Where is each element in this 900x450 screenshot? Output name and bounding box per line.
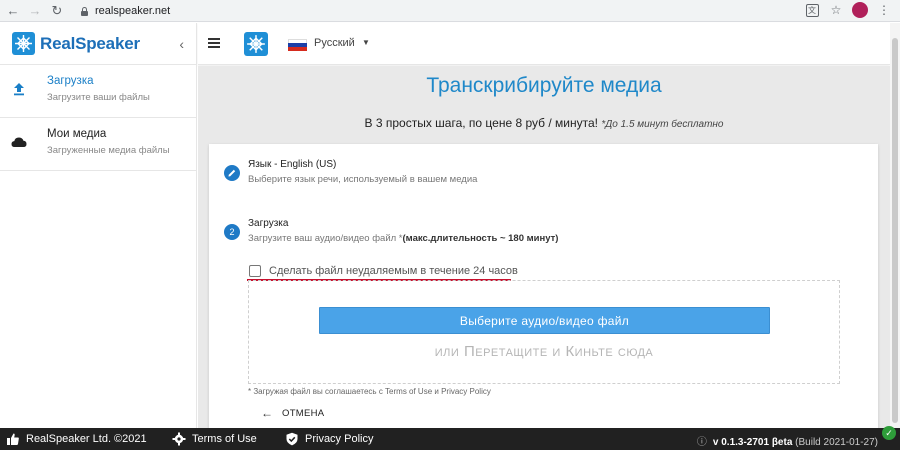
browser-toolbar: ← → ↻ realspeaker.net 文 ☆ ⋮	[0, 0, 900, 22]
main-content: Транскрибируйте медиа В 3 простых шага, …	[198, 66, 890, 428]
select-file-button[interactable]: Выберите аудио/видео файл	[319, 307, 770, 334]
build-text: (Build 2021-01-27)	[795, 437, 878, 448]
step-2-number: 2	[224, 224, 240, 240]
sidebar-item-my-media[interactable]: Мои медиа Загруженные медиа файлы	[0, 118, 196, 171]
privacy-link-text[interactable]: Privacy Policy	[305, 433, 373, 445]
cancel-button[interactable]: ← ОТМЕНА	[261, 406, 324, 420]
terms-link-text[interactable]: Terms of Use	[192, 433, 257, 445]
realspeaker-logo-icon	[12, 32, 35, 55]
step-2-duration-note: (макс.длительность ~ 180 минут)	[402, 233, 559, 244]
footer-company: RealSpeaker Ltd. ©2021	[6, 432, 147, 446]
free-note: *До 1.5 минут бесплатно	[601, 119, 724, 130]
address-bar[interactable]: realspeaker.net	[70, 2, 825, 20]
sidebar: RealSpeaker ‹ Загрузка Загрузите ваши фа…	[0, 23, 197, 428]
keep-file-checkbox-label[interactable]: Сделать файл неудаляемым в течение 24 ча…	[269, 265, 518, 277]
check-badge-icon: ✓	[882, 426, 896, 440]
sidebar-item-subtitle: Загрузите ваши файлы	[47, 92, 150, 103]
sidebar-logo[interactable]: RealSpeaker ‹	[0, 23, 196, 65]
brand-name: RealSpeaker	[40, 33, 140, 53]
pricing-text: В 3 простых шага, по цене 8 руб / минута…	[364, 116, 598, 130]
step-2-subtitle: Загрузите ваш аудио/видео файл *(макс.дл…	[248, 233, 558, 244]
cloud-icon	[11, 137, 27, 147]
sidebar-item-title: Мои медиа	[47, 128, 107, 140]
step-1-subtitle: Выберите язык речи, используемый в вашем…	[248, 174, 478, 185]
forward-arrow-icon[interactable]: →	[26, 2, 44, 20]
flag-stripe-red	[288, 47, 307, 51]
hamburger-menu-icon[interactable]	[208, 38, 220, 48]
page-title: Транскрибируйте медиа	[426, 74, 662, 97]
step-2-subtitle-text: Загрузите ваш аудио/видео файл *	[248, 233, 403, 244]
sidebar-item-title: Загрузка	[47, 75, 94, 87]
scrollbar-thumb[interactable]	[892, 38, 898, 423]
russian-flag-icon[interactable]	[288, 39, 307, 51]
version-text: v 0.1.3-2701 βeta	[712, 437, 793, 448]
step-2-title: Загрузка	[248, 218, 289, 229]
footer-privacy-link[interactable]: Privacy Policy	[285, 432, 373, 446]
gear-icon	[172, 432, 186, 446]
lock-icon	[80, 6, 89, 16]
page-scrollbar[interactable]	[890, 23, 900, 428]
reload-icon[interactable]: ↻	[48, 2, 66, 20]
language-selector[interactable]: Русский	[314, 37, 355, 49]
footer-terms-link[interactable]: Terms of Use	[172, 432, 257, 446]
shield-check-icon	[286, 432, 298, 446]
translate-icon[interactable]: 文	[804, 2, 820, 18]
url-text: realspeaker.net	[95, 5, 171, 17]
footer: RealSpeaker Ltd. ©2021 Terms of Use Priv…	[0, 426, 900, 450]
drop-hint: или Перетащите и Киньте сюда	[434, 343, 654, 360]
caret-down-icon[interactable]: ▼	[362, 38, 370, 47]
back-arrow-icon[interactable]: ←	[4, 2, 22, 20]
sidebar-item-upload[interactable]: Загрузка Загрузите ваши файлы	[0, 65, 196, 118]
file-dropzone[interactable]: Выберите аудио/видео файл или Перетащите…	[248, 280, 840, 384]
sidebar-item-subtitle: Загруженные медиа файлы	[47, 145, 170, 156]
cancel-label: ОТМЕНА	[282, 407, 325, 419]
arrow-left-icon: ←	[261, 406, 273, 420]
app-header: Русский ▼	[198, 23, 890, 65]
chevron-left-icon[interactable]: ‹	[179, 36, 184, 52]
edit-step-icon[interactable]	[224, 165, 240, 181]
step-1-title: Язык - English (US)	[248, 159, 337, 170]
upload-icon	[14, 83, 24, 96]
more-menu-icon[interactable]: ⋮	[876, 2, 892, 18]
thumbs-up-icon	[7, 433, 19, 445]
profile-avatar[interactable]	[852, 2, 868, 18]
company-text: RealSpeaker Ltd. ©2021	[26, 433, 147, 445]
version-info: ⓘ v 0.1.3-2701 βeta (Build 2021-01-27)	[697, 433, 878, 448]
info-icon: ⓘ	[696, 437, 707, 448]
bookmark-star-icon[interactable]: ☆	[828, 2, 844, 18]
keep-file-checkbox[interactable]	[249, 265, 261, 277]
keep-file-checkbox-row[interactable]: Сделать файл неудаляемым в течение 24 ча…	[249, 265, 518, 277]
page-subtitle: В 3 простых шага, по цене 8 руб / минута…	[198, 116, 890, 130]
terms-note: * Загружая файл вы соглашаетесь с Terms …	[248, 387, 491, 396]
app-logo-icon[interactable]	[244, 32, 268, 56]
upload-card: Язык - English (US) Выберите язык речи, …	[209, 144, 878, 428]
